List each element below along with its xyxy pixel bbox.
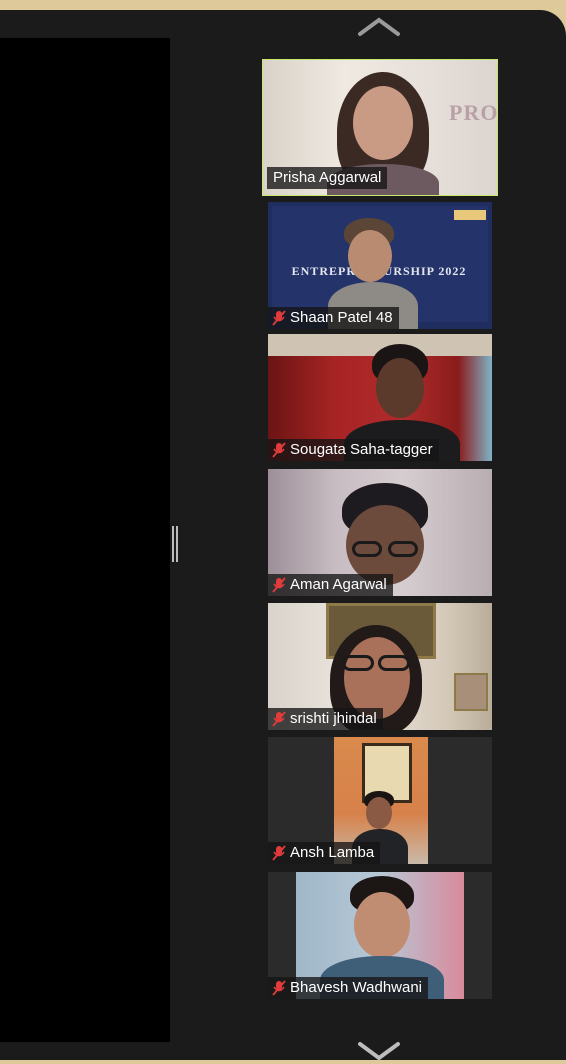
muted-mic-icon: [272, 980, 286, 996]
participant-name-tag: Ansh Lamba: [268, 842, 381, 864]
participant-name: Sougata Saha-tagger: [290, 441, 433, 458]
participant-name-tag: Sougata Saha-tagger: [268, 439, 439, 461]
participant-name: Bhavesh Wadhwani: [290, 979, 423, 996]
participant-tile-srishti-jhindal[interactable]: srishti jhindal: [268, 603, 492, 730]
participant-name-tag: Shaan Patel 48: [268, 307, 399, 329]
participant-name: Prisha Aggarwal: [273, 169, 382, 186]
panel-resize-handle[interactable]: [172, 526, 178, 562]
participant-name: Shaan Patel 48: [290, 309, 393, 326]
scroll-up-button[interactable]: [354, 14, 404, 38]
participant-tile-bhavesh-wadhwani[interactable]: Bhavesh Wadhwani: [268, 872, 492, 999]
scroll-down-button[interactable]: [354, 1040, 404, 1064]
muted-mic-icon: [272, 711, 286, 727]
chevron-up-icon: [358, 17, 400, 36]
participant-name: Ansh Lamba: [290, 844, 375, 861]
participant-name-tag: Prisha Aggarwal: [267, 167, 388, 189]
participant-name: srishti jhindal: [290, 710, 377, 727]
muted-mic-icon: [272, 310, 286, 326]
participant-tile-sougata-saha[interactable]: Sougata Saha-tagger: [268, 334, 492, 461]
participant-tile-shaan-patel[interactable]: ENTREPRENEURSHIP 2022 Shaan Patel 48: [268, 202, 492, 329]
participant-name-tag: Bhavesh Wadhwani: [268, 977, 429, 999]
participant-tile-prisha-aggarwal[interactable]: PRO Prisha Aggarwal: [262, 59, 498, 196]
muted-mic-icon: [272, 845, 286, 861]
backdrop-text: PRO: [449, 100, 497, 125]
meeting-window: PRO Prisha Aggarwal ENTREPRENEURSHIP 202…: [0, 10, 566, 1061]
chevron-down-icon: [358, 1042, 400, 1061]
participant-tile-aman-agarwal[interactable]: Aman Agarwal: [268, 469, 492, 596]
participant-name-tag: Aman Agarwal: [268, 574, 393, 596]
participant-name-tag: srishti jhindal: [268, 708, 383, 730]
muted-mic-icon: [272, 577, 286, 593]
muted-mic-icon: [272, 442, 286, 458]
participant-tile-ansh-lamba[interactable]: Ansh Lamba: [268, 737, 492, 864]
participant-name: Aman Agarwal: [290, 576, 387, 593]
main-video-area: [0, 38, 170, 1042]
